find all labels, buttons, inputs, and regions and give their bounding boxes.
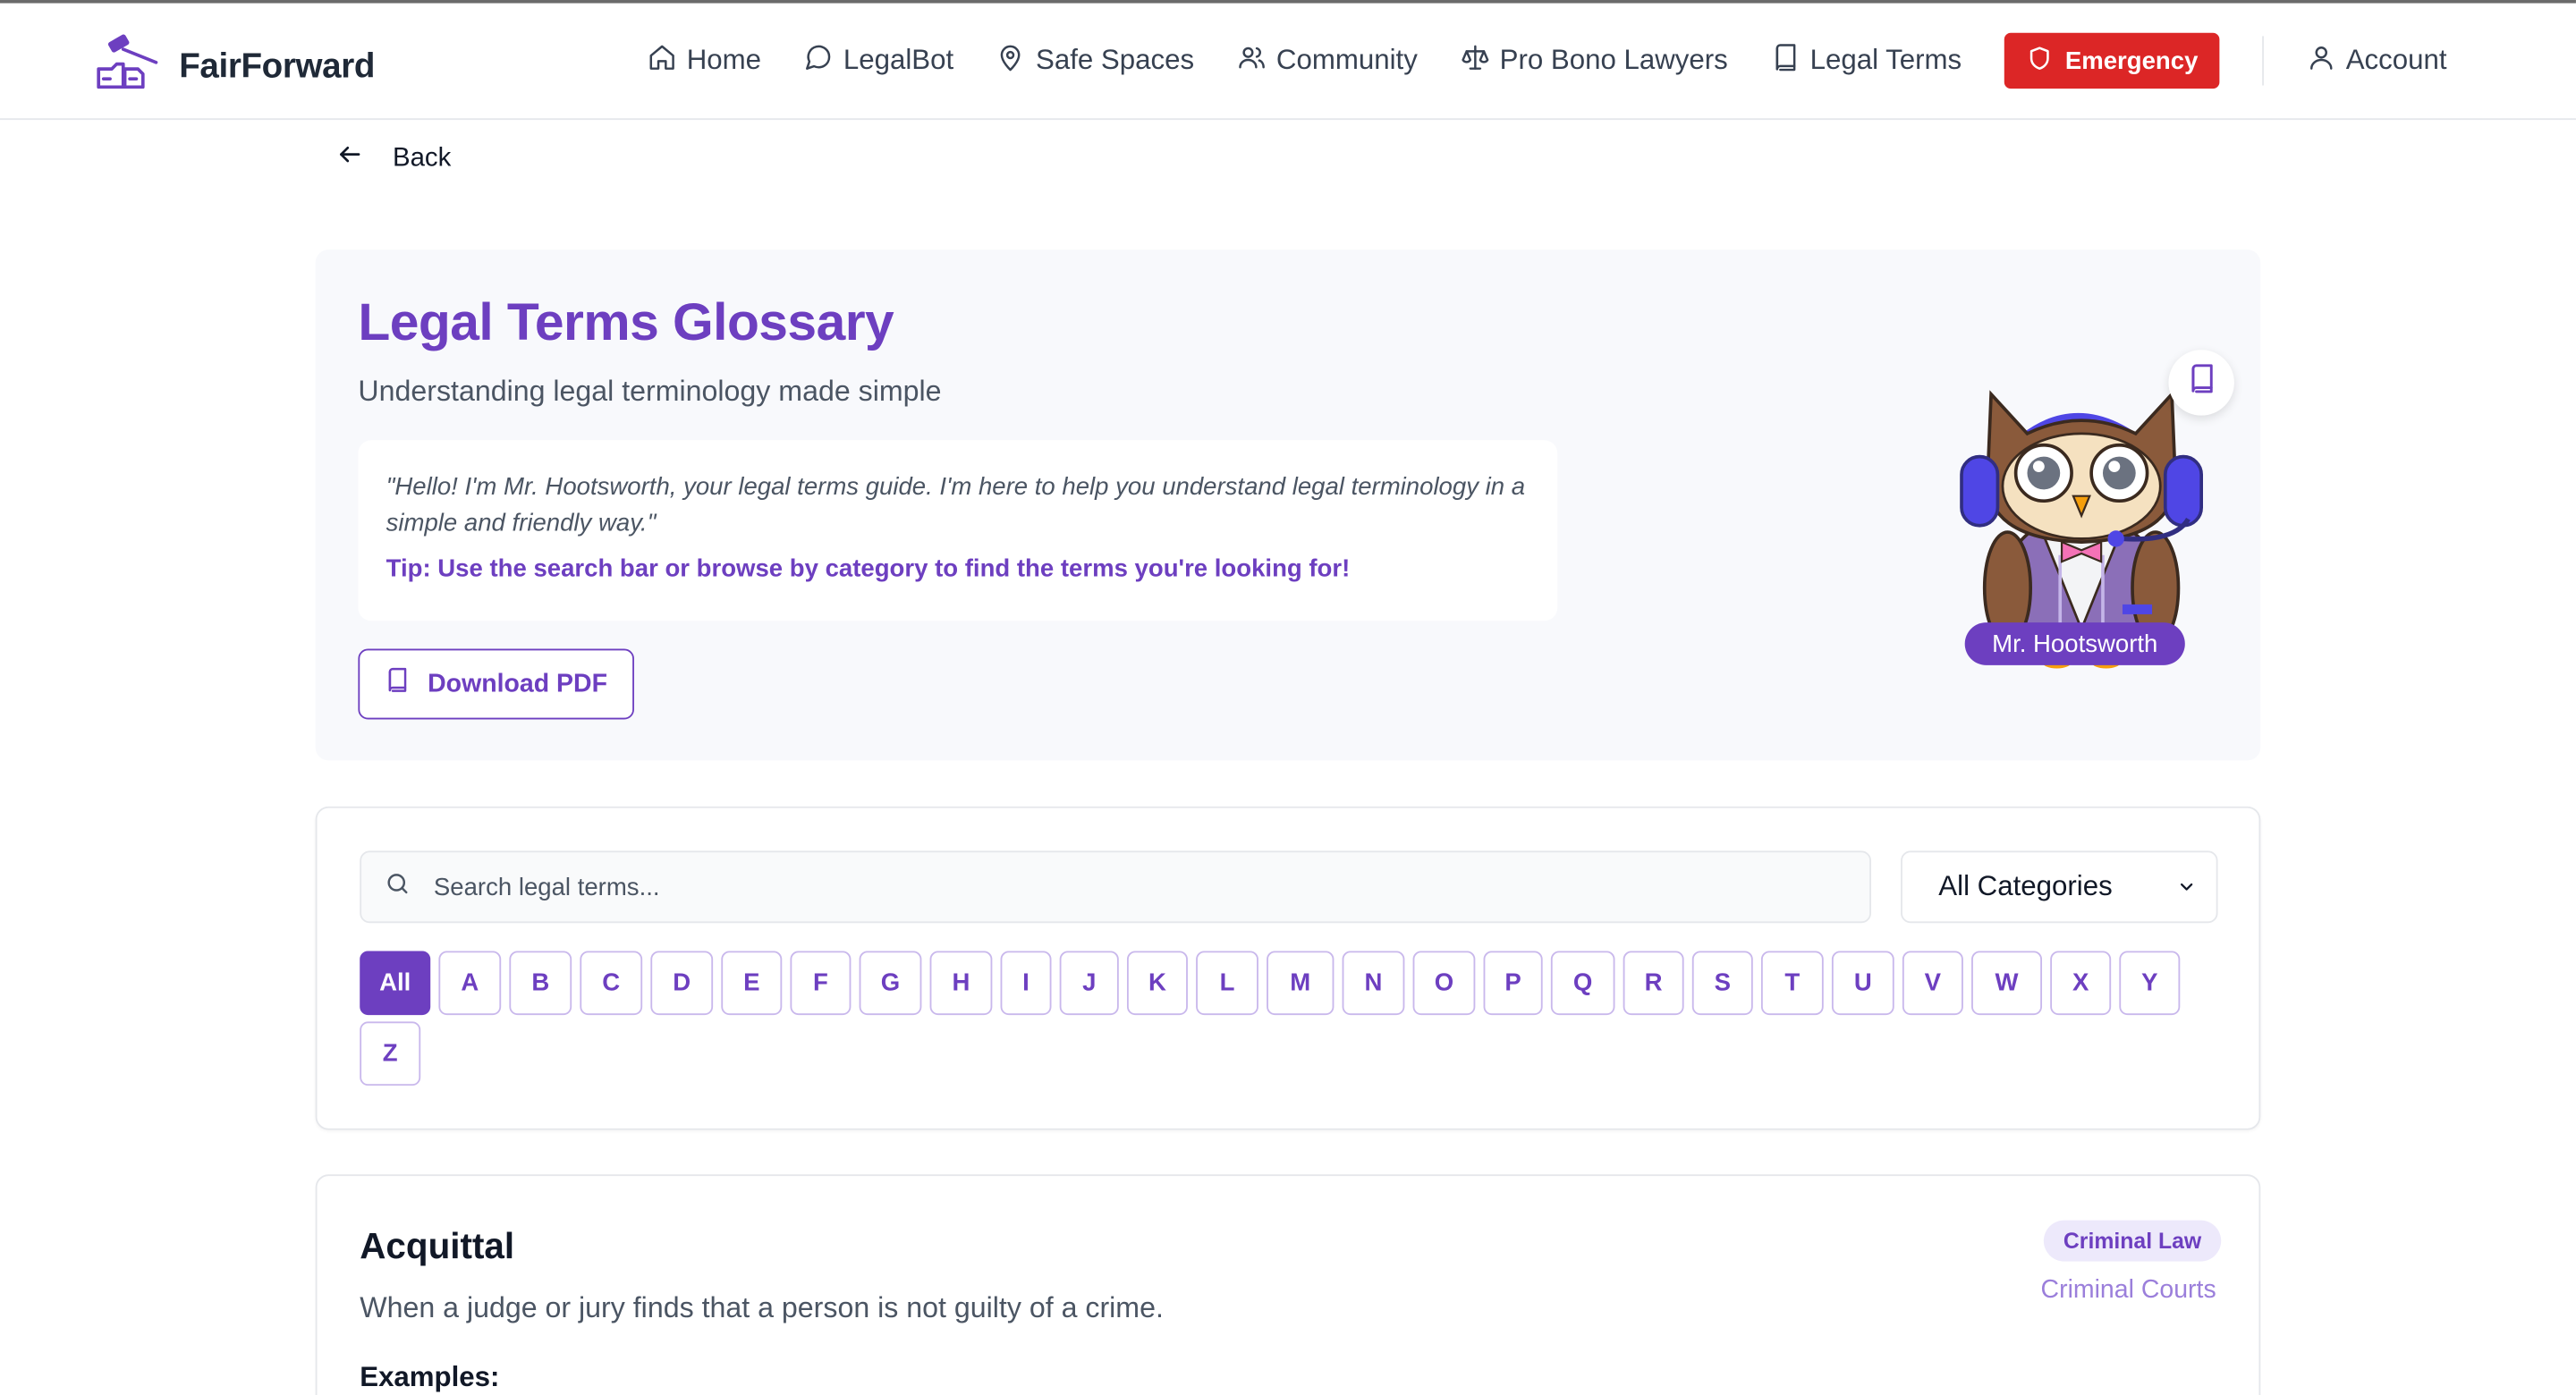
letter-filter-x[interactable]: X [2050,951,2112,1016]
account-label: Account [2345,44,2447,76]
letter-filter-c[interactable]: C [580,951,643,1016]
search-filter-panel: All Categories AllABCDEFGHIJKLMNOPQRSTUV… [315,806,2261,1130]
nav-item-safe-spaces[interactable]: Safe Spaces [996,31,1194,90]
nav-item-legal-terms[interactable]: Legal Terms [1771,31,1962,90]
book-icon [2186,363,2217,402]
book-icon [385,667,411,702]
page-subtitle: Understanding legal terminology made sim… [358,374,942,408]
letter-filter-q[interactable]: Q [1550,951,1615,1016]
term-court-link[interactable]: Criminal Courts [2041,1276,2216,1306]
letter-filter-g[interactable]: G [859,951,922,1016]
letter-filter-l[interactable]: L [1196,951,1258,1016]
brand-name: FairForward [179,46,376,85]
emergency-button[interactable]: Emergency [2004,32,2220,89]
emergency-label: Emergency [2064,46,2199,75]
nav-divider [2262,36,2264,86]
letter-filter-f[interactable]: F [790,951,852,1016]
gavel-hands-icon [94,33,163,100]
letter-filter-n[interactable]: N [1342,951,1405,1016]
account-button[interactable]: Account [2307,31,2447,90]
home-icon [648,42,677,80]
letter-filter-e[interactable]: E [721,951,783,1016]
nav-item-community[interactable]: Community [1237,31,1418,90]
nav-item-label: Community [1275,44,1418,76]
letter-filter-w[interactable]: W [1971,951,2043,1016]
letter-filter-u[interactable]: U [1831,951,1894,1016]
mascot-book-badge [2168,350,2234,416]
back-button[interactable]: Back [337,141,452,176]
nav-item-pro-bono-lawyers[interactable]: Pro Bono Lawyers [1461,31,1728,90]
search-input[interactable] [433,873,1814,901]
download-pdf-label: Download PDF [428,669,607,698]
book-icon [1771,42,1801,80]
brand[interactable]: FairForward [94,33,375,100]
letter-filter-j[interactable]: J [1059,951,1119,1016]
term-category-badge: Criminal Law [2043,1220,2222,1262]
nav-item-legalbot[interactable]: LegalBot [804,31,953,90]
letter-filter-all[interactable]: All [360,951,431,1016]
letter-filter-m[interactable]: M [1267,951,1335,1016]
mascot-quote: "Hello! I'm Mr. Hootsworth, your legal t… [386,472,1526,537]
arrow-left-icon [337,141,363,176]
nav-item-label: Home [686,44,762,76]
letter-filter-p[interactable]: P [1483,951,1543,1016]
download-pdf-button[interactable]: Download PDF [358,648,634,720]
scale-icon [1461,42,1490,80]
mascot-name-badge: Mr. Hootsworth [1964,622,2185,665]
chat-bubble-icon [804,42,834,80]
nav-item-label: Pro Bono Lawyers [1499,44,1728,76]
letter-filter-k[interactable]: K [1126,951,1188,1016]
category-select-value: All Categories [1938,870,2113,902]
letter-filter-bar: All A B C D E F G H I J K L M N O P Q R S T U V W X Y Z [360,951,2216,1092]
letter-filter-i[interactable]: I [1000,951,1052,1016]
mascot-quote-box: "Hello! I'm Mr. Hootsworth, your legal t… [358,440,1558,621]
search-field[interactable] [360,850,1872,924]
shield-icon [2028,46,2053,77]
nav-item-home[interactable]: Home [648,31,761,90]
term-definition: When a judge or jury finds that a person… [360,1290,1164,1324]
letter-filter-s[interactable]: S [1691,951,1753,1016]
back-label: Back [392,143,452,172]
nav-item-label: LegalBot [843,44,954,76]
letter-filter-d[interactable]: D [650,951,714,1016]
search-icon [385,870,411,905]
term-card: Acquittal When a judge or jury finds tha… [315,1174,2261,1395]
letter-filter-h[interactable]: H [929,951,993,1016]
letter-filter-v[interactable]: V [1902,951,1963,1016]
top-navbar: FairForward Home LegalBot Safe Spaces Co… [0,3,2576,121]
map-pin-icon [996,42,1026,80]
category-select[interactable]: All Categories [1901,850,2218,924]
letter-filter-z[interactable]: Z [360,1021,421,1086]
page-title: Legal Terms Glossary [358,292,894,352]
main-nav: Home LegalBot Safe Spaces Community Pro … [648,31,2447,90]
letter-filter-a[interactable]: A [438,951,502,1016]
letter-filter-b[interactable]: B [509,951,572,1016]
nav-item-label: Safe Spaces [1036,44,1195,76]
glossary-hero: Legal Terms Glossary Understanding legal… [315,249,2261,761]
letter-filter-o[interactable]: O [1412,951,1476,1016]
letter-filter-t[interactable]: T [1760,951,1824,1016]
users-icon [1237,42,1267,80]
user-icon [2307,42,2336,80]
search-tip: Tip: Use the search bar or browse by cat… [386,554,1351,584]
term-examples-heading: Examples: [360,1361,500,1393]
term-title: Acquittal [360,1225,515,1267]
letter-filter-r[interactable]: R [1623,951,1684,1016]
nav-item-label: Legal Terms [1809,44,1962,76]
letter-filter-y[interactable]: Y [2119,951,2181,1016]
